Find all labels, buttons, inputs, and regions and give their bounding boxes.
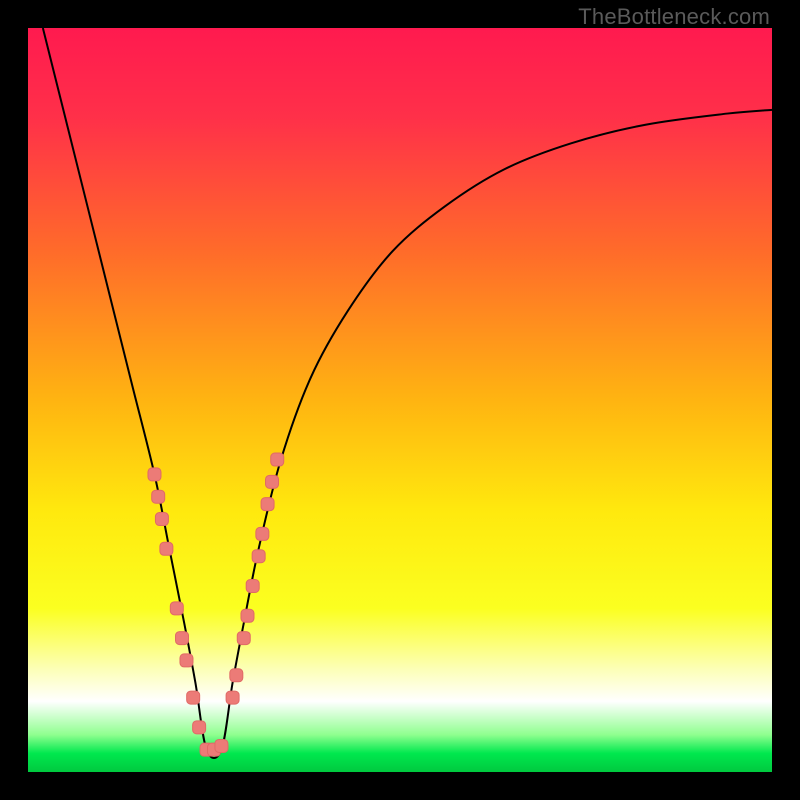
data-marker xyxy=(170,602,183,615)
data-marker xyxy=(152,490,165,503)
data-marker xyxy=(261,498,274,511)
data-marker xyxy=(241,609,254,622)
data-marker xyxy=(148,468,161,481)
chart-background xyxy=(28,28,772,772)
data-marker xyxy=(187,691,200,704)
watermark-text: TheBottleneck.com xyxy=(578,4,770,30)
data-marker xyxy=(271,453,284,466)
data-marker xyxy=(155,513,168,526)
data-marker xyxy=(215,739,228,752)
data-marker xyxy=(230,669,243,682)
bottleneck-chart xyxy=(28,28,772,772)
chart-frame xyxy=(28,28,772,772)
data-marker xyxy=(193,721,206,734)
data-marker xyxy=(252,550,265,563)
data-marker xyxy=(160,542,173,555)
data-marker xyxy=(266,475,279,488)
data-marker xyxy=(246,580,259,593)
data-marker xyxy=(237,632,250,645)
data-marker xyxy=(180,654,193,667)
data-marker xyxy=(256,527,269,540)
data-marker xyxy=(176,632,189,645)
data-marker xyxy=(226,691,239,704)
